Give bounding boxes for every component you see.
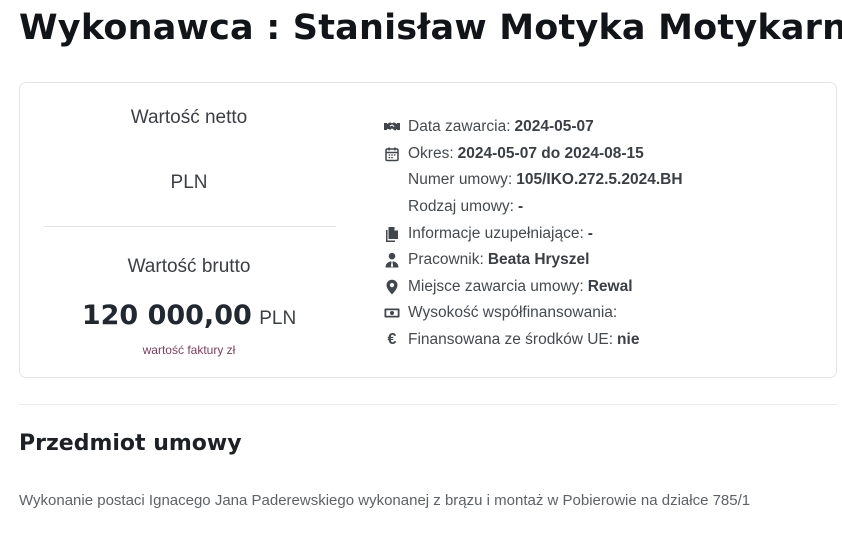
contract-summary-card: Wartość netto PLN Wartość brutto 120 000…	[19, 82, 837, 378]
gross-value-amount: 120 000,00	[81, 300, 252, 331]
detail-label: Wysokość współfinansowania:	[408, 304, 618, 322]
detail-employee: Pracownik: Beata Hryszel	[384, 247, 683, 274]
contract-details-list: Data zawarcia: 2024-05-07 Okres: 2024-05…	[384, 114, 683, 353]
detail-period: Okres: 2024-05-07 do 2024-08-15	[384, 141, 683, 168]
detail-signing-place: Miejsce zawarcia umowy: Rewal	[384, 274, 683, 301]
values-divider	[44, 226, 336, 227]
money-bill-icon	[384, 305, 400, 321]
detail-value: 105/IKO.272.5.2024.BH	[516, 171, 683, 189]
detail-eu-funding: € Finansowana ze środków UE: nie	[384, 327, 683, 354]
detail-contract-number: Numer umowy: 105/IKO.272.5.2024.BH	[384, 167, 683, 194]
detail-label: Pracownik:	[408, 251, 484, 269]
detail-label: Data zawarcia:	[408, 118, 511, 136]
euro-icon: €	[387, 331, 397, 349]
detail-value: Rewal	[587, 277, 633, 295]
detail-signing-date: Data zawarcia: 2024-05-07	[384, 114, 683, 141]
net-value-label: Wartość netto	[130, 107, 248, 128]
map-marker-icon	[384, 279, 400, 295]
detail-additional-info: Informacje uzupełniające: -	[384, 220, 683, 247]
blank-icon-slot	[384, 199, 400, 215]
user-tie-icon	[384, 252, 400, 268]
handshake-icon	[384, 119, 400, 135]
detail-label: Informacje uzupełniające:	[408, 224, 584, 242]
net-value-currency: PLN	[170, 172, 208, 193]
values-panel: Wartość netto PLN Wartość brutto 120 000…	[42, 83, 336, 377]
detail-label: Finansowana ze środków UE:	[408, 331, 614, 349]
section-divider	[19, 404, 837, 405]
detail-value: -	[517, 198, 524, 216]
gross-value-label: Wartość brutto	[127, 256, 251, 277]
gross-value: 120 000,00 PLN	[42, 300, 336, 331]
detail-label: Numer umowy:	[408, 171, 513, 189]
page-title: Wykonawca : Stanisław Motyka Motykarnia	[19, 8, 842, 48]
detail-contract-type: Rodzaj umowy: -	[384, 194, 683, 221]
gross-value-currency: PLN	[259, 308, 297, 329]
detail-value: nie	[617, 331, 640, 349]
contract-subject-description: Wykonanie postaci Ignacego Jana Paderews…	[19, 492, 751, 509]
detail-value: 2024-05-07 do 2024-08-15	[457, 144, 644, 162]
detail-value: -	[587, 224, 593, 242]
blank-icon-slot	[384, 172, 400, 188]
detail-value: 2024-05-07	[514, 118, 594, 136]
detail-label: Okres:	[408, 144, 454, 162]
detail-label: Miejsce zawarcia umowy:	[408, 277, 584, 295]
detail-label: Rodzaj umowy:	[408, 198, 514, 216]
detail-cofinancing: Wysokość współfinansowania:	[384, 300, 683, 327]
section-title: Przedmiot umowy	[19, 431, 242, 456]
detail-value: Beata Hryszel	[487, 251, 590, 269]
invoice-value-note: wartość faktury zł	[142, 343, 236, 357]
calendar-icon	[384, 146, 400, 162]
documents-icon	[384, 226, 400, 242]
